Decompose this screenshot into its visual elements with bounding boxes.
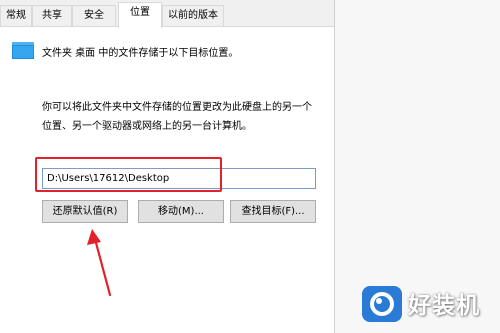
restore-default-button[interactable]: 还原默认值(R) [42, 200, 128, 223]
tab-general[interactable]: 常规 [0, 5, 32, 26]
arrow-annotation [87, 229, 112, 297]
description-line-1: 你可以将此文件夹中文件存储的位置更改为此硬盘上的另一个 [42, 102, 312, 113]
tab-security[interactable]: 安全 [72, 5, 116, 26]
watermark-text: 好装机 [408, 293, 480, 319]
folder-icon [12, 42, 34, 59]
location-description: 你可以将此文件夹中文件存储的位置更改为此硬盘上的另一个 位置、另一个驱动器或网络… [42, 98, 332, 136]
tab-previous-versions[interactable]: 以前的版本 [162, 5, 224, 26]
location-intro-text: 文件夹 桌面 中的文件存储于以下目标位置。 [42, 48, 239, 59]
watermark-logo [362, 286, 402, 322]
highlight-box [35, 157, 222, 192]
properties-dialog: 常规 共享 安全 位置 以前的版本 文件夹 桌面 中的文件存储于以下目标位置。 … [0, 0, 334, 333]
description-line-2: 位置、另一个驱动器或网络上的另一台计算机。 [42, 121, 252, 132]
tab-divider [0, 26, 334, 27]
watermark: 好装机 [352, 282, 500, 328]
move-button[interactable]: 移动(M)... [138, 200, 224, 223]
find-target-button[interactable]: 查找目标(F)... [230, 200, 316, 223]
tab-location[interactable]: 位置 [118, 2, 162, 28]
tab-sharing[interactable]: 共享 [32, 5, 72, 26]
